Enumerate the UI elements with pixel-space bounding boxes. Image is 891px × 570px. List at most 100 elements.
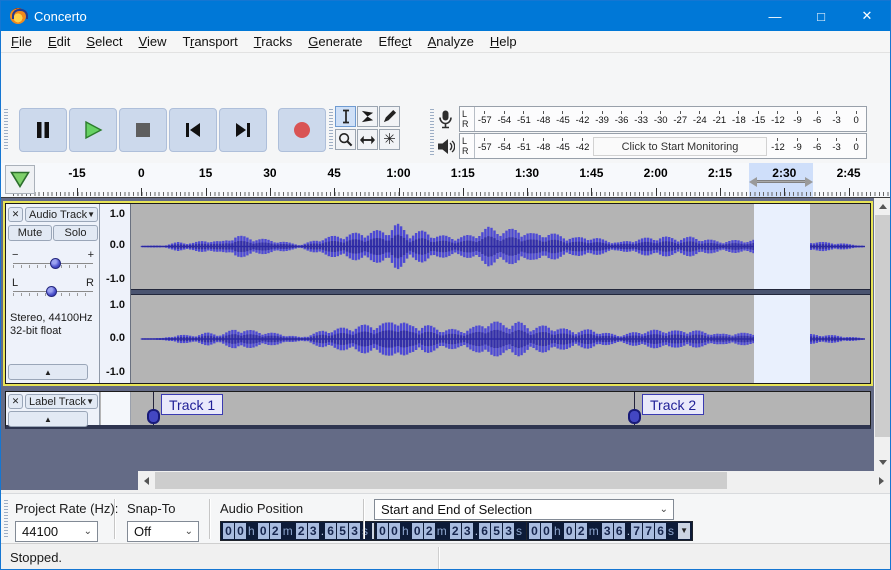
label-marker-pin[interactable] bbox=[147, 409, 160, 424]
time-digit[interactable]: 6 bbox=[479, 523, 491, 539]
play-button[interactable] bbox=[69, 108, 117, 152]
time-digit[interactable]: 2 bbox=[449, 523, 461, 539]
project-rate-dropdown[interactable]: 44100 ⌄ bbox=[15, 521, 98, 542]
time-digit[interactable]: 0 bbox=[223, 523, 234, 539]
time-digit[interactable]: 6 bbox=[325, 523, 337, 539]
pinned-play-head-button[interactable] bbox=[5, 165, 35, 194]
audio-position-field[interactable]: 00h02m23.653s▼ bbox=[220, 521, 388, 541]
time-digit[interactable]: 3 bbox=[503, 523, 515, 539]
stop-button[interactable] bbox=[119, 108, 167, 152]
horizontal-scroll-thumb[interactable] bbox=[155, 472, 727, 489]
selection-region[interactable] bbox=[754, 295, 810, 383]
selection-region[interactable] bbox=[754, 204, 810, 289]
close-button[interactable]: ✕ bbox=[844, 1, 890, 31]
menu-transport[interactable]: Transport bbox=[175, 31, 246, 53]
timeshift-tool-button[interactable] bbox=[357, 129, 378, 150]
quick-play-drag-handle[interactable] bbox=[749, 177, 813, 187]
audio-track-close-button[interactable]: ✕ bbox=[8, 207, 23, 222]
time-digit[interactable]: 0 bbox=[563, 523, 575, 539]
menu-select[interactable]: Select bbox=[78, 31, 130, 53]
selection-mode-dropdown[interactable]: Start and End of Selection ⌄ bbox=[374, 499, 674, 520]
scroll-left-button[interactable] bbox=[138, 471, 155, 490]
menu-generate[interactable]: Generate bbox=[300, 31, 370, 53]
draw-tool-button[interactable] bbox=[379, 106, 400, 127]
meter-toolbar-grip[interactable] bbox=[430, 109, 434, 157]
skip-to-start-button[interactable] bbox=[169, 108, 217, 152]
horizontal-scrollbar[interactable] bbox=[138, 471, 890, 490]
scroll-down-button[interactable] bbox=[874, 454, 890, 471]
audio-track[interactable]: ✕ Audio Track ▼ Mute Solo − + L R Stereo… bbox=[5, 203, 871, 384]
record-button[interactable] bbox=[278, 108, 326, 152]
timeline-ruler[interactable]: -15 0 15 30 45 1:00 1:15 1:30 1:45 2:00 2:15 2:30 2:… bbox=[1, 163, 890, 198]
time-field-dropdown[interactable]: ▼ bbox=[678, 523, 691, 539]
menu-effect[interactable]: Effect bbox=[371, 31, 420, 53]
time-digit[interactable]: 7 bbox=[643, 523, 655, 539]
menu-view[interactable]: View bbox=[131, 31, 175, 53]
time-digit[interactable]: 0 bbox=[257, 523, 269, 539]
label-track-close-button[interactable]: ✕ bbox=[8, 394, 23, 409]
menu-tracks[interactable]: Tracks bbox=[246, 31, 301, 53]
time-digit[interactable]: 2 bbox=[295, 523, 307, 539]
label-track-collapse-button[interactable]: ▲ bbox=[8, 411, 88, 427]
label-track[interactable]: ✕ Label Track ▼ ▲ Track 1 Track 2 bbox=[5, 391, 871, 429]
zoom-tool-button[interactable] bbox=[335, 129, 356, 150]
minimize-button[interactable]: — bbox=[752, 1, 798, 31]
scroll-right-button[interactable] bbox=[873, 471, 890, 490]
scroll-up-button[interactable] bbox=[874, 198, 890, 215]
time-digit[interactable]: 3 bbox=[307, 523, 319, 539]
menu-file[interactable]: File bbox=[3, 31, 40, 53]
skip-to-end-button[interactable] bbox=[219, 108, 267, 152]
time-digit[interactable]: 0 bbox=[235, 523, 246, 539]
menu-help[interactable]: Help bbox=[482, 31, 525, 53]
waveform-area[interactable] bbox=[131, 204, 870, 383]
time-digit[interactable]: 5 bbox=[491, 523, 503, 539]
time-digit[interactable]: 2 bbox=[575, 523, 587, 539]
vertical-scroll-thumb[interactable] bbox=[875, 215, 890, 437]
audio-track-menu-button[interactable]: Audio Track ▼ bbox=[25, 207, 98, 222]
waveform-channel-left[interactable] bbox=[131, 204, 870, 289]
recording-meter[interactable]: L R -57 -54 -51 -48 -45 -42 -39 -36 -33 -30 -27 -24… bbox=[459, 106, 867, 132]
time-digit[interactable]: 3 bbox=[601, 523, 613, 539]
solo-button[interactable]: Solo bbox=[53, 225, 98, 241]
time-digit[interactable]: 3 bbox=[349, 523, 361, 539]
playback-meter[interactable]: L R -57-54-51-48-45-42-39-36-33-30-27-24… bbox=[459, 133, 867, 159]
vertical-scale-ruler[interactable]: 1.0 0.0 -1.0 1.0 0.0 -1.0 bbox=[100, 204, 131, 383]
label-text[interactable]: Track 1 bbox=[161, 394, 224, 415]
label-track-menu-button[interactable]: Label Track ▼ bbox=[25, 394, 98, 409]
label-text[interactable]: Track 2 bbox=[642, 394, 705, 415]
time-digit[interactable]: 6 bbox=[613, 523, 625, 539]
selection-start-field[interactable]: 00h02m23.653s▼ bbox=[374, 521, 542, 541]
selection-end-field[interactable]: 0 0 h 0 2 m 3 6. 7 7 6 s ▼ bbox=[526, 521, 694, 541]
multi-tool-button[interactable]: ✳ bbox=[379, 129, 400, 150]
menu-analyze[interactable]: Analyze bbox=[420, 31, 482, 53]
title-bar[interactable]: Concerto — □ ✕ bbox=[1, 1, 890, 31]
mute-button[interactable]: Mute bbox=[8, 225, 52, 241]
time-digit[interactable]: 0 bbox=[411, 523, 423, 539]
maximize-button[interactable]: □ bbox=[798, 1, 844, 31]
gain-slider[interactable]: − + bbox=[10, 249, 96, 273]
monitor-hint[interactable]: Click to Start Monitoring bbox=[593, 137, 767, 156]
time-digit[interactable]: 2 bbox=[423, 523, 435, 539]
selection-toolbar-grip[interactable] bbox=[4, 500, 8, 538]
label-marker-pin[interactable] bbox=[628, 409, 641, 424]
waveform-channel-right[interactable] bbox=[131, 295, 870, 383]
time-digit[interactable]: 0 bbox=[529, 523, 540, 539]
tools-toolbar-grip[interactable] bbox=[329, 109, 333, 151]
vertical-scrollbar[interactable] bbox=[874, 198, 890, 471]
time-digit[interactable]: 2 bbox=[269, 523, 281, 539]
pause-button[interactable] bbox=[19, 108, 67, 152]
pan-slider[interactable]: L R bbox=[10, 277, 96, 301]
snap-to-dropdown[interactable]: Off ⌄ bbox=[127, 521, 199, 542]
audio-track-collapse-button[interactable]: ▲ bbox=[8, 364, 88, 380]
transport-toolbar-grip[interactable] bbox=[4, 109, 8, 151]
menu-edit[interactable]: Edit bbox=[40, 31, 78, 53]
time-digit[interactable]: 7 bbox=[631, 523, 643, 539]
envelope-tool-button[interactable] bbox=[357, 106, 378, 127]
selection-tool-button[interactable] bbox=[335, 106, 356, 127]
time-digit[interactable]: 0 bbox=[377, 523, 388, 539]
time-digit[interactable]: 0 bbox=[389, 523, 400, 539]
time-digit[interactable]: 0 bbox=[541, 523, 552, 539]
time-digit[interactable]: 5 bbox=[337, 523, 349, 539]
time-digit[interactable]: 6 bbox=[655, 523, 667, 539]
time-digit[interactable]: 3 bbox=[461, 523, 473, 539]
